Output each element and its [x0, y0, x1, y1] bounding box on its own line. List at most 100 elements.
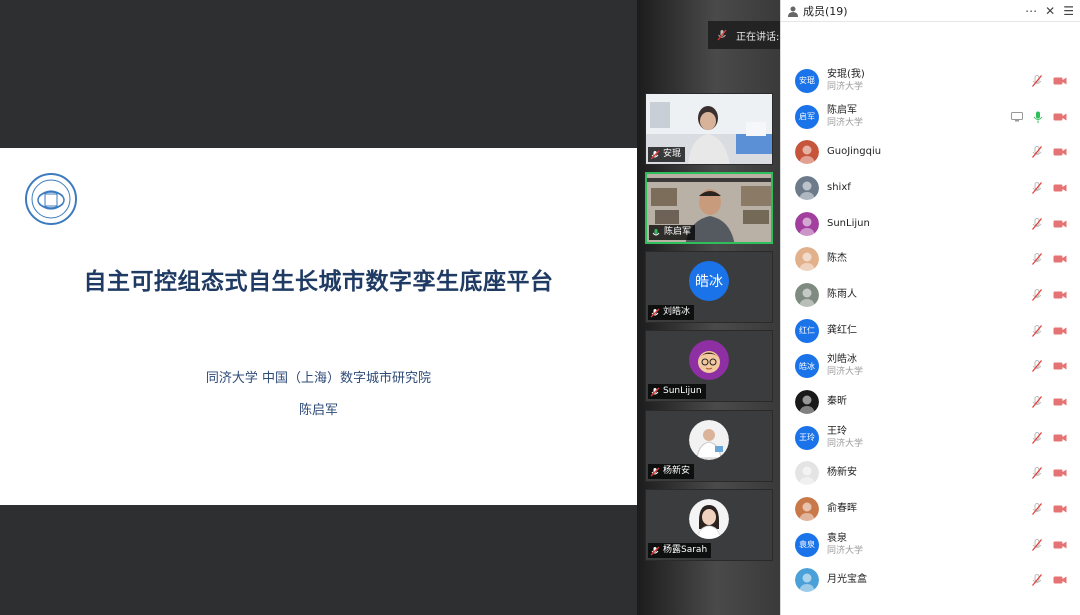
mic-active-icon[interactable] — [1033, 111, 1043, 123]
video-tile-3[interactable]: SunLijun — [645, 330, 773, 402]
member-list[interactable]: 安琨 安琨(我) 同济大学 启军 陈启军 同济大学 GuoJingqiu shixf SunLi… — [781, 63, 1080, 598]
member-text: 陈启军 同济大学 — [827, 105, 863, 129]
member-name: 袁泉 — [827, 532, 847, 544]
member-row[interactable]: 袁泉 袁泉 同济大学 — [781, 527, 1080, 563]
menu-icon[interactable]: ☰ — [1063, 4, 1074, 18]
mic-muted-icon[interactable] — [1031, 146, 1043, 159]
member-organization: 同济大学 — [827, 367, 864, 378]
mic-muted-icon[interactable] — [1031, 360, 1043, 373]
photo-avatar — [795, 211, 819, 236]
mic-muted-icon[interactable] — [1031, 467, 1043, 480]
video-tile-1-active-speaker[interactable]: 陈启军 — [645, 172, 773, 244]
close-icon[interactable]: ✕ — [1045, 4, 1055, 18]
tile-name-chip: SunLijun — [648, 384, 706, 399]
member-text: 秦昕 — [827, 396, 847, 408]
video-strip[interactable]: 安琨 陈启军 皓冰 刘皓冰 SunLijun 杨新安 杨露Sarah — [637, 0, 780, 615]
video-off-icon[interactable] — [1053, 183, 1067, 193]
tile-name-chip: 杨露Sarah — [648, 543, 712, 558]
video-off-icon[interactable] — [1053, 397, 1067, 407]
member-name: 俞春晖 — [827, 503, 857, 515]
member-row[interactable]: 红仁 龚红仁 — [781, 313, 1080, 349]
photo-avatar — [795, 175, 819, 200]
member-text: GuoJingqiu — [827, 146, 881, 158]
member-text: 杨新安 — [827, 467, 857, 479]
member-status-icons — [1031, 324, 1067, 337]
meeting-window: 自主可控组态式自生长城市数字孪生底座平台 同济大学 中国（上海）数字城市研究院 … — [0, 0, 1080, 615]
video-off-icon[interactable] — [1053, 433, 1067, 443]
video-off-icon[interactable] — [1053, 254, 1067, 264]
video-tile-0[interactable]: 安琨 — [645, 93, 773, 165]
initials-avatar: 皓冰 — [689, 261, 729, 301]
more-options-icon[interactable]: ⋯ — [1025, 4, 1037, 18]
member-panel-header: 成员(19) ⋯ ✕ ☰ — [781, 0, 1080, 22]
photo-avatar — [795, 140, 819, 165]
mic-muted-icon[interactable] — [1031, 503, 1043, 515]
photo-avatar — [795, 282, 819, 307]
cartoon-avatar — [689, 340, 729, 380]
member-row[interactable]: 秦昕 — [781, 384, 1080, 420]
tile-name: 杨新安 — [663, 466, 691, 476]
video-off-icon[interactable] — [1053, 147, 1067, 157]
member-status-icons — [1031, 574, 1067, 587]
video-off-icon[interactable] — [1053, 290, 1067, 300]
mic-muted-icon[interactable] — [1031, 74, 1043, 87]
member-row[interactable]: 王玲 王玲 同济大学 — [781, 420, 1080, 456]
presentation-slide: 自主可控组态式自生长城市数字孪生底座平台 同济大学 中国（上海）数字城市研究院 … — [0, 148, 637, 505]
member-row[interactable]: SunLijun — [781, 206, 1080, 242]
member-text: 安琨(我) 同济大学 — [827, 69, 865, 93]
initials-avatar: 红仁 — [795, 318, 819, 343]
member-status-icons — [1031, 538, 1067, 551]
member-text: 刘皓冰 同济大学 — [827, 354, 863, 378]
video-off-icon[interactable] — [1053, 326, 1067, 336]
video-off-icon[interactable] — [1053, 76, 1067, 86]
video-tile-5[interactable]: 杨露Sarah — [645, 489, 773, 561]
video-off-icon[interactable] — [1053, 468, 1067, 478]
member-row[interactable]: 陈杰 — [781, 241, 1080, 277]
mic-muted-icon[interactable] — [1031, 181, 1043, 194]
member-text: 袁泉 同济大学 — [827, 533, 863, 557]
member-organization: 同济大学 — [827, 81, 864, 92]
mic-muted-icon[interactable] — [1031, 431, 1043, 444]
mic-muted-icon[interactable] — [1031, 324, 1043, 337]
mic-muted-icon — [650, 546, 660, 555]
photo-avatar — [795, 390, 819, 415]
video-off-icon[interactable] — [1053, 112, 1067, 122]
member-row[interactable]: 杨新安 — [781, 456, 1080, 492]
mic-muted-icon[interactable] — [1031, 217, 1043, 230]
member-row[interactable]: 安琨 安琨(我) 同济大学 — [781, 63, 1080, 99]
slide-organization: 同济大学 中国（上海）数字城市研究院 — [205, 371, 432, 386]
mic-muted-icon[interactable] — [1031, 574, 1043, 587]
member-row[interactable]: 俞春晖 — [781, 491, 1080, 527]
member-row[interactable]: 陈雨人 — [781, 277, 1080, 313]
member-row[interactable]: GuoJingqiu — [781, 134, 1080, 170]
tile-name: 安琨 — [663, 149, 682, 159]
video-off-icon[interactable] — [1053, 219, 1067, 229]
photo-avatar — [795, 461, 819, 486]
video-tile-4[interactable]: 杨新安 — [645, 410, 773, 482]
mic-muted-icon[interactable] — [1031, 288, 1043, 301]
shared-screen-area: 自主可控组态式自生长城市数字孪生底座平台 同济大学 中国（上海）数字城市研究院 … — [0, 0, 637, 615]
tile-name: SunLijun — [663, 386, 702, 396]
mic-muted-icon[interactable] — [1031, 396, 1043, 408]
video-off-icon[interactable] — [1053, 575, 1067, 585]
video-off-icon[interactable] — [1053, 361, 1067, 371]
member-organization: 同济大学 — [827, 438, 864, 449]
initials-avatar: 袁泉 — [795, 532, 819, 557]
member-text: 陈杰 — [827, 253, 847, 265]
mic-muted-icon[interactable] — [1031, 253, 1043, 266]
mic-muted-icon — [650, 467, 660, 476]
member-count-title: 成员(19) — [803, 4, 848, 18]
member-row[interactable]: shixf — [781, 170, 1080, 206]
video-tile-2[interactable]: 皓冰 刘皓冰 — [645, 251, 773, 323]
screen-share-icon — [1011, 111, 1023, 122]
video-off-icon[interactable] — [1053, 504, 1067, 514]
member-organization: 同济大学 — [827, 545, 864, 556]
mic-muted-icon[interactable] — [1031, 538, 1043, 551]
initials-avatar: 王玲 — [795, 425, 819, 450]
video-off-icon[interactable] — [1053, 540, 1067, 550]
member-row[interactable]: 启军 陈启军 同济大学 — [781, 99, 1080, 135]
member-status-icons — [1031, 288, 1067, 301]
member-row[interactable]: 皓冰 刘皓冰 同济大学 — [781, 349, 1080, 385]
member-name: shixf — [827, 181, 851, 193]
member-row[interactable]: 月光宝盒 — [781, 563, 1080, 599]
